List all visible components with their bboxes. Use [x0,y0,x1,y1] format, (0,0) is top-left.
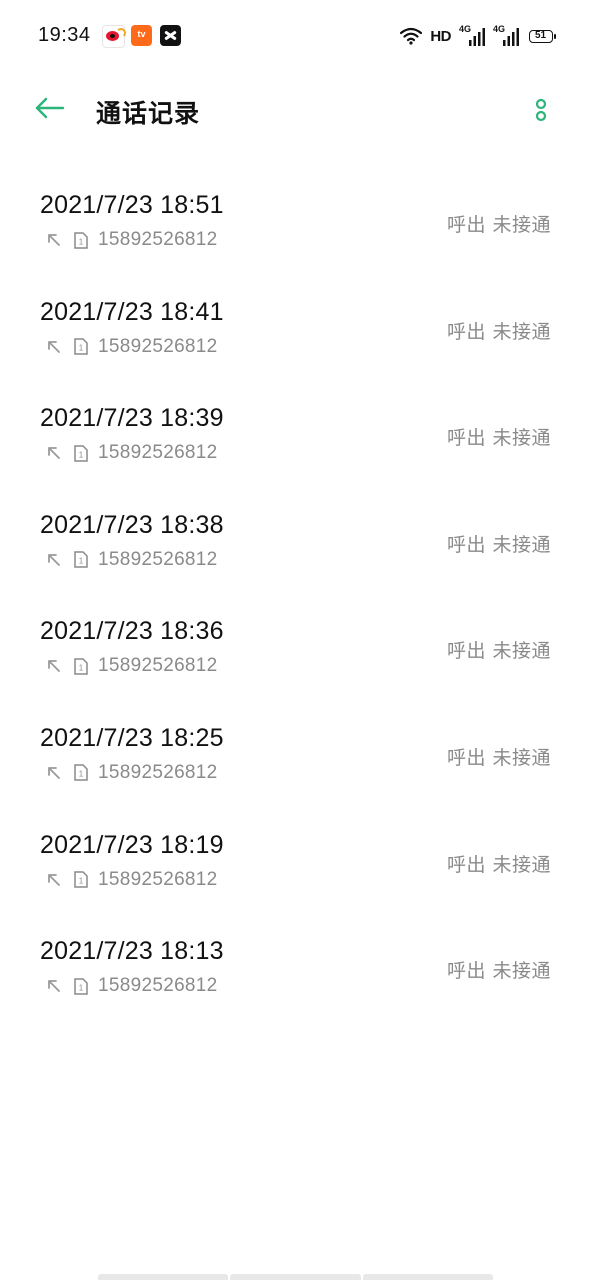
call-time: 2021/7/23 18:13 [40,937,224,966]
sim-card-icon: 1 [74,764,88,782]
outgoing-call-icon [46,872,62,888]
phone-number: 15892526812 [98,868,218,890]
call-details: 1 15892526812 [46,549,218,571]
call-details: 1 15892526812 [46,229,218,251]
call-log-item[interactable]: 2021/7/23 18:25 1 15892526812 呼出 未接通 [0,693,591,800]
nav-segment [98,1274,229,1280]
more-options-button[interactable] [521,92,561,132]
tv-app-icon: tv [131,25,152,46]
sim-card-icon: 1 [74,551,88,569]
call-details: 1 15892526812 [46,869,218,891]
more-options-icon [534,97,548,127]
call-status: 呼出 未接通 [446,960,551,983]
nav-segment [230,1274,361,1280]
battery-level: 51 [534,29,547,41]
call-log-item[interactable]: 2021/7/23 18:36 1 15892526812 呼出 未接通 [0,586,591,693]
call-log-item[interactable]: 2021/7/23 18:13 1 15892526812 呼出 未接通 [0,906,591,1013]
sim-card-icon: 1 [74,871,88,888]
call-status: 呼出 未接通 [446,320,551,343]
signal-sim-2: 4G [493,24,519,46]
status-time: 19:34 [38,24,91,46]
status-indicators: HD 4G 4G 51 [400,24,556,47]
phone-number: 15892526812 [98,655,218,677]
sim-card-icon: 1 [74,231,88,249]
call-log-item[interactable]: 2021/7/23 18:19 1 15892526812 呼出 未接通 [0,800,591,907]
call-status: 呼出 未接通 [446,427,551,450]
outgoing-call-icon [46,552,62,568]
back-button[interactable] [26,88,74,132]
outgoing-call-icon [46,658,62,674]
call-status: 呼出 未接通 [446,214,551,236]
outgoing-call-icon [46,339,62,355]
call-time: 2021/7/23 18:25 [40,723,224,752]
hd-voice-label: HD [430,27,451,45]
weibo-icon [102,25,126,48]
signal-sim-1: 4G [459,24,485,46]
call-time: 2021/7/23 18:41 [40,297,224,326]
call-time: 2021/7/23 18:51 [40,191,224,219]
app-header: 通话记录 [0,78,591,142]
outgoing-call-icon [46,765,62,781]
call-log-item[interactable]: 2021/7/23 18:38 1 15892526812 呼出 未接通 [0,480,591,587]
wifi-icon [400,27,423,45]
sim-slot-label: 1 [79,344,84,353]
outgoing-call-icon [46,445,62,461]
outgoing-call-icon [46,978,62,994]
tv-app-label: tv [137,29,146,39]
call-time: 2021/7/23 18:38 [40,510,224,539]
phone-number: 15892526812 [98,548,218,570]
nav-segment [362,1274,493,1280]
call-details: 1 15892526812 [46,655,218,677]
sim-slot-label: 1 [79,663,84,672]
call-time: 2021/7/23 18:39 [40,404,224,433]
call-log-item[interactable]: 2021/7/23 18:51 1 15892526812 呼出 未接通 [0,160,591,267]
sim-card-icon: 1 [74,977,88,995]
sim-slot-label: 1 [79,770,84,779]
signal-icon [499,28,519,46]
capcut-icon [160,25,181,46]
phone-number: 15892526812 [98,335,218,357]
call-details: 1 15892526812 [46,442,218,464]
call-details: 1 15892526812 [46,975,218,997]
call-details: 1 15892526812 [46,762,218,784]
sim-card-icon: 1 [74,444,88,462]
sim-slot-label: 1 [79,237,84,246]
call-status: 呼出 未接通 [446,853,551,876]
call-log-list: 2021/7/23 18:51 1 15892526812 呼出 未接通 202… [0,160,591,1013]
sim-slot-label: 1 [79,557,84,566]
call-log-item[interactable]: 2021/7/23 18:39 1 15892526812 呼出 未接通 [0,373,591,480]
phone-number: 15892526812 [98,761,218,783]
status-bar: 19:34 tv HD 4G 4G 51 [0,0,591,72]
gesture-nav-bar[interactable] [98,1274,493,1280]
call-status: 呼出 未接通 [446,533,551,556]
phone-number: 15892526812 [98,442,218,464]
call-log-item[interactable]: 2021/7/23 18:41 1 15892526812 呼出 未接通 [0,267,591,374]
battery-icon: 51 [529,29,556,43]
sim-slot-label: 1 [79,983,84,992]
signal-icon [465,28,485,46]
call-time: 2021/7/23 18:19 [40,830,224,859]
call-status: 呼出 未接通 [446,746,551,769]
call-status: 呼出 未接通 [446,640,551,663]
sim-card-icon: 1 [74,338,88,355]
phone-number: 15892526812 [98,229,218,250]
sim-card-icon: 1 [74,658,88,675]
call-details: 1 15892526812 [46,336,218,358]
call-time: 2021/7/23 18:36 [40,617,224,646]
sim-slot-label: 1 [79,877,84,886]
page-title: 通话记录 [96,99,201,128]
back-arrow-icon [35,97,65,123]
phone-number: 15892526812 [98,975,218,997]
sim-slot-label: 1 [79,450,84,459]
outgoing-call-icon [46,232,62,248]
